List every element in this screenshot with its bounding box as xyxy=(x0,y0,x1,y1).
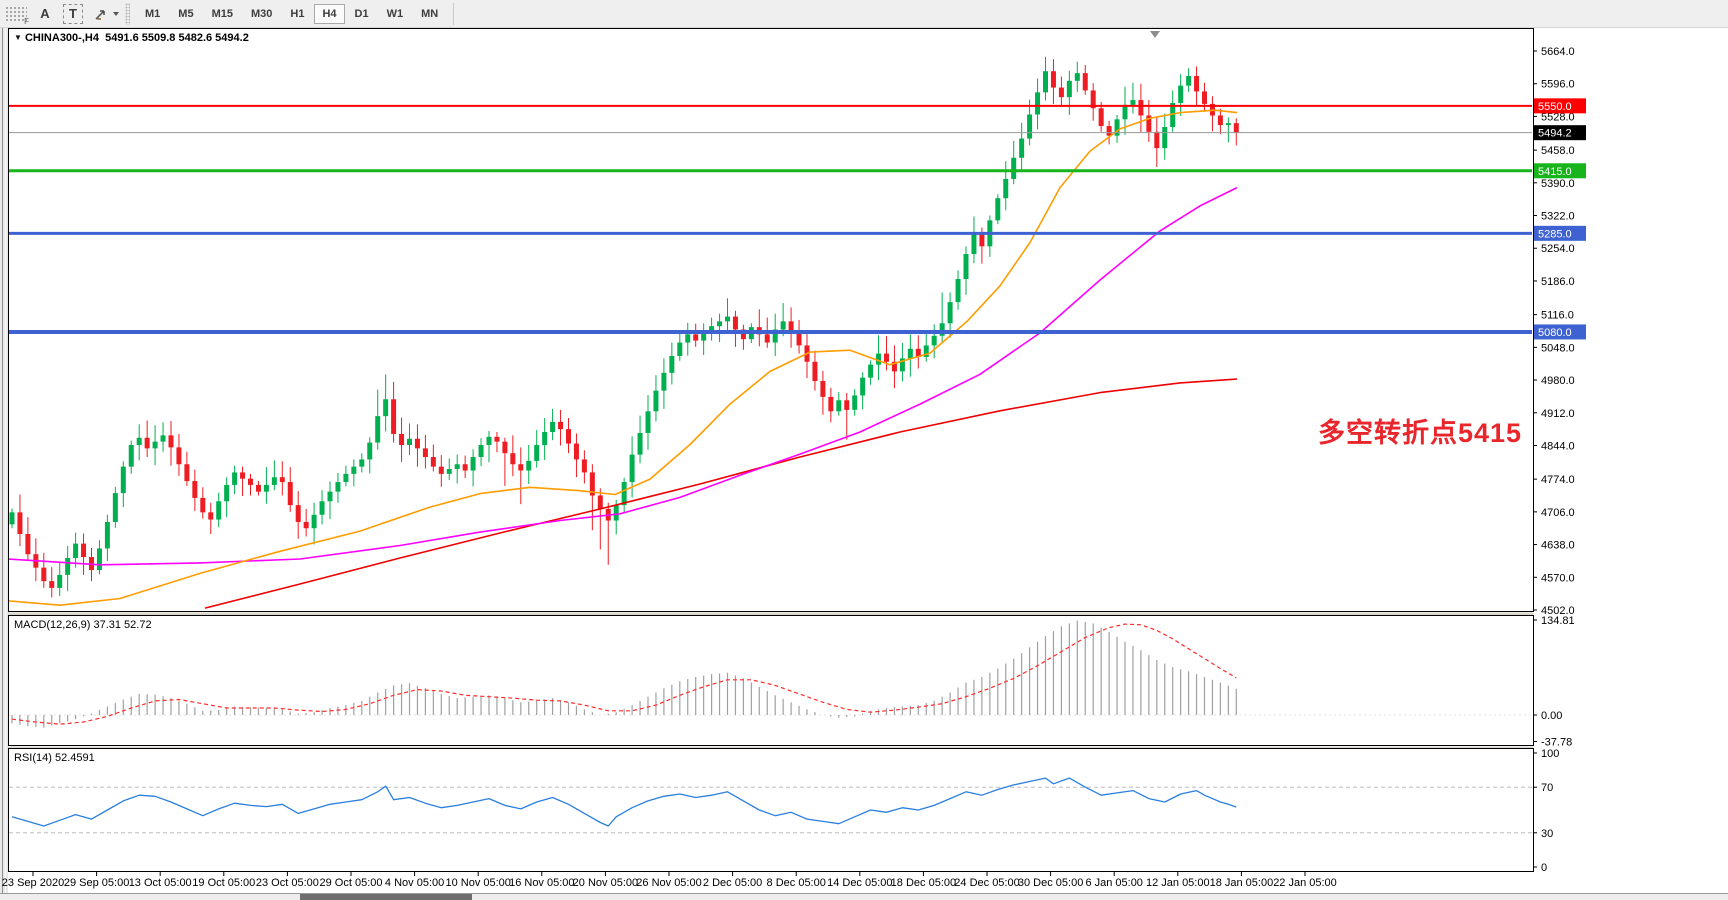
chart-title: ▼ CHINA300-,H4 5491.6 5509.8 5482.6 5494… xyxy=(14,32,249,44)
rsi-indicator-label: RSI(14) 52.4591 xyxy=(14,752,95,764)
chart-title-symbol: CHINA300-,H4 xyxy=(25,32,99,44)
time-axis[interactable] xyxy=(8,871,1533,893)
symbol-dropdown-icon[interactable]: ▼ xyxy=(14,33,22,42)
chart-canvas[interactable]: 5664.05596.05528.05458.05390.05322.05254… xyxy=(0,0,1728,900)
mt4-window: F A T M1M5M15M30H1H4D1W1MN 5664.05596.05… xyxy=(0,0,1728,900)
macd-indicator-label: MACD(12,26,9) 37.31 52.72 xyxy=(14,619,152,631)
chart-title-ohlc: 5491.6 5509.8 5482.6 5494.2 xyxy=(105,32,249,44)
price-axis[interactable] xyxy=(1533,28,1728,871)
horizontal-scrollbar[interactable] xyxy=(0,893,1728,900)
chart-annotation-text: 多空转折点5415 xyxy=(1318,411,1522,450)
